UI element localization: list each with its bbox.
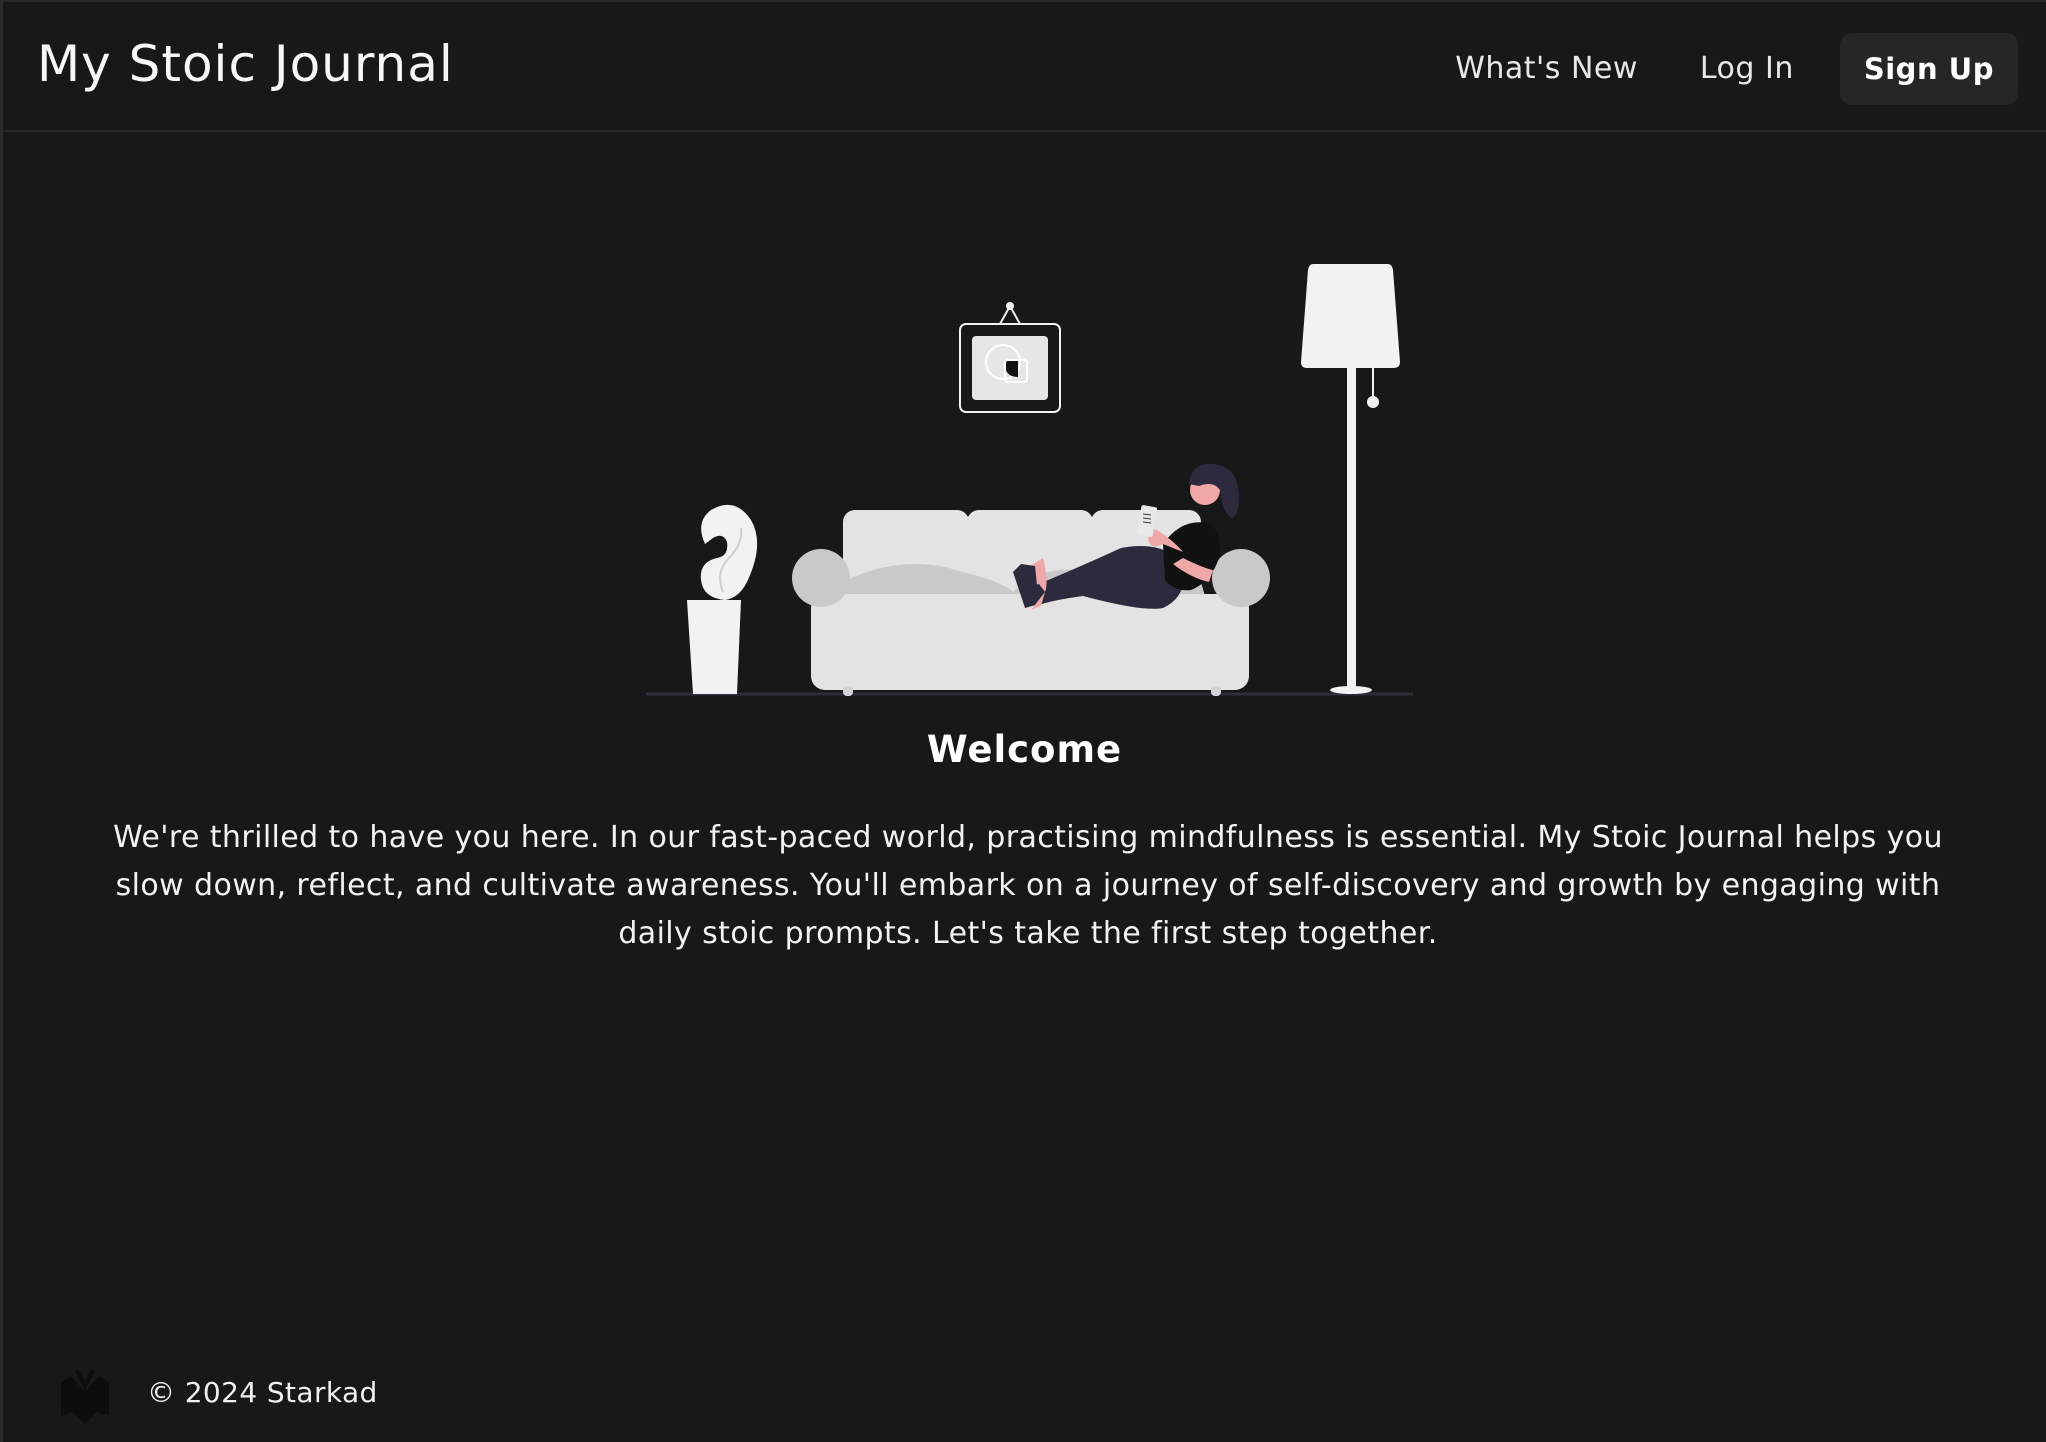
intro-paragraph: We're thrilled to have you here. In our … xyxy=(113,820,1943,951)
book-logo-icon xyxy=(61,1369,109,1424)
app-root: My Stoic Journal What's New Log In Sign … xyxy=(0,0,2046,1442)
potted-plant xyxy=(687,504,758,694)
wall-picture-frame xyxy=(959,302,1061,413)
log-in-link[interactable]: Log In xyxy=(1700,32,1794,106)
copyright-text: © 2024 Starkad xyxy=(147,1376,378,1409)
header-nav: What's New Log In Sign Up xyxy=(1455,32,2018,106)
sign-up-button[interactable]: Sign Up xyxy=(1839,33,2018,105)
welcome-heading: Welcome xyxy=(926,728,1123,771)
brand-title[interactable]: My Stoic Journal xyxy=(37,32,454,96)
footer: © 2024 Starkad xyxy=(3,1342,2046,1442)
top-navbar: My Stoic Journal What's New Log In Sign … xyxy=(3,2,2046,132)
woman-reading-on-sofa-illustration xyxy=(646,264,1413,696)
whats-new-link[interactable]: What's New xyxy=(1455,32,1638,106)
floor-lamp xyxy=(1301,264,1400,694)
